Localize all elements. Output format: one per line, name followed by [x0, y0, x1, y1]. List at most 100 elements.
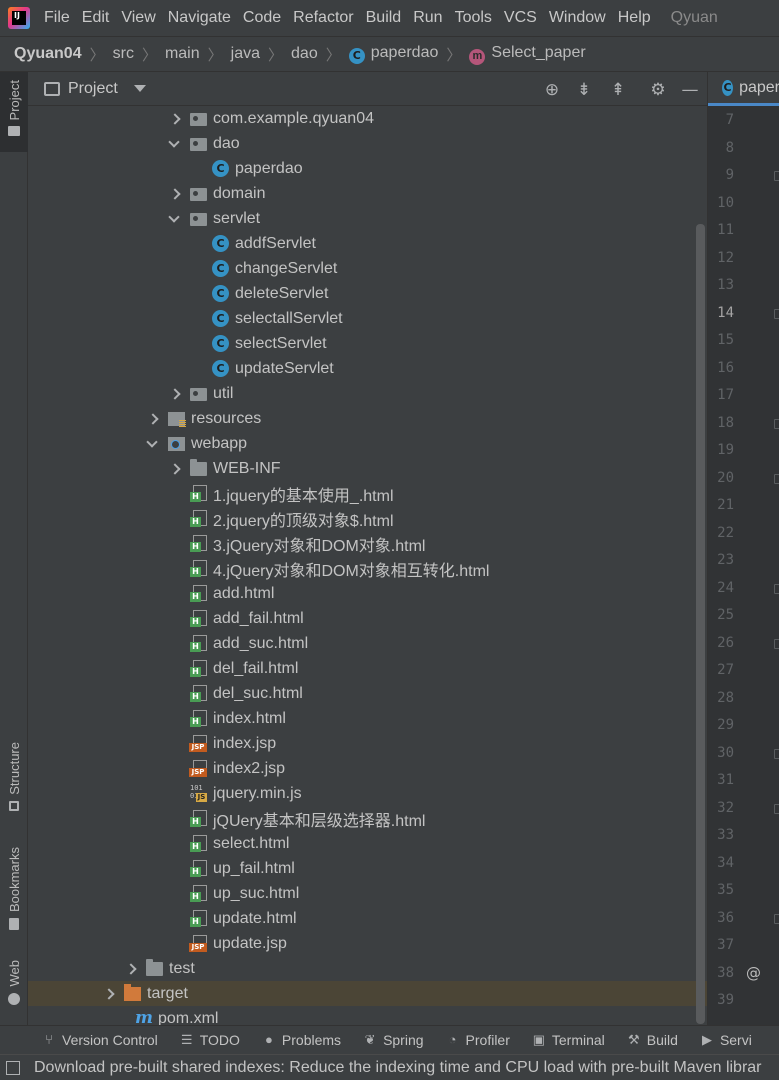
chevron-down-icon[interactable]: [133, 85, 146, 92]
tool-window-build[interactable]: ⚒ Build: [627, 1032, 678, 1048]
tree-item[interactable]: com.example.qyuan04: [168, 106, 374, 131]
tree-item[interactable]: update.jsp: [168, 931, 287, 956]
menu-view[interactable]: View: [121, 9, 155, 27]
minimize-icon[interactable]: —: [680, 80, 700, 100]
breadcrumb-project[interactable]: Qyuan04: [14, 45, 82, 63]
tree-item[interactable]: CupdateServlet: [190, 356, 334, 381]
chevron-down-icon[interactable]: [168, 138, 180, 150]
tree-item[interactable]: target: [28, 981, 707, 1006]
menu-navigate[interactable]: Navigate: [168, 9, 231, 27]
tree-item[interactable]: select.html: [168, 831, 289, 856]
breadcrumb-method[interactable]: m Select_paper: [469, 44, 586, 65]
project-panel-title[interactable]: Project: [68, 80, 118, 98]
tree-item[interactable]: CdeleteServlet: [190, 281, 328, 306]
tree-item[interactable]: CselectServlet: [190, 331, 327, 356]
tree-item[interactable]: jquery.min.js: [168, 781, 302, 806]
chevron-down-icon[interactable]: [168, 213, 180, 225]
fold-marker-icon[interactable]: [774, 638, 779, 649]
tool-window-structure[interactable]: Structure: [0, 742, 28, 832]
tree-item[interactable]: jQUery基本和层级选择器.html: [168, 806, 425, 831]
menu-tools[interactable]: Tools: [455, 9, 492, 27]
tree-item[interactable]: add.html: [168, 581, 274, 606]
tree-item[interactable]: servlet: [168, 206, 260, 231]
breadcrumb-dao[interactable]: dao: [291, 45, 318, 63]
tree-item[interactable]: 3.jQuery对象和DOM对象.html: [168, 531, 425, 556]
tool-window-bookmarks[interactable]: Bookmarks: [0, 847, 28, 947]
tool-window-problems[interactable]: ● Problems: [262, 1032, 341, 1048]
locate-icon[interactable]: ⊕: [542, 80, 562, 100]
fold-marker-icon[interactable]: [774, 473, 779, 484]
breadcrumb-src[interactable]: src: [113, 45, 134, 63]
status-message[interactable]: Download pre-built shared indexes: Reduc…: [34, 1059, 762, 1077]
tree-scrollbar[interactable]: [696, 224, 705, 1024]
breadcrumb-class[interactable]: Cpaperdao: [348, 44, 438, 64]
tree-item[interactable]: webapp: [146, 431, 247, 456]
tool-window-todo[interactable]: ☰ TODO: [180, 1032, 240, 1048]
tree-item[interactable]: update.html: [168, 906, 297, 931]
chevron-right-icon[interactable]: [102, 988, 114, 1000]
chevron-right-icon[interactable]: [146, 413, 158, 425]
menu-run[interactable]: Run: [413, 9, 442, 27]
menu-code[interactable]: Code: [243, 9, 281, 27]
menu-window[interactable]: Window: [549, 9, 606, 27]
tree-item[interactable]: index.jsp: [168, 731, 276, 756]
fold-marker-icon[interactable]: [774, 803, 779, 814]
intellij-logo-icon[interactable]: IJ: [8, 7, 30, 29]
tree-item[interactable]: add_suc.html: [168, 631, 308, 656]
tree-item[interactable]: 1.jquery的基本使用_.html: [168, 481, 394, 506]
expand-all-icon[interactable]: ⇟: [574, 80, 594, 100]
chevron-right-icon[interactable]: [168, 113, 180, 125]
menu-refactor[interactable]: Refactor: [293, 9, 353, 27]
fold-marker-icon[interactable]: [774, 748, 779, 759]
tree-item[interactable]: resources: [146, 406, 261, 431]
line-number: 15: [717, 332, 734, 348]
tree-item[interactable]: up_fail.html: [168, 856, 295, 881]
tree-item[interactable]: index2.jsp: [168, 756, 285, 781]
status-panel-icon[interactable]: [6, 1060, 20, 1075]
breadcrumb-java[interactable]: java: [231, 45, 260, 63]
tool-window-servi[interactable]: ▶ Servi: [700, 1032, 752, 1048]
tool-window-profiler[interactable]: ◔ Profiler: [446, 1032, 510, 1048]
tree-item[interactable]: 4.jQuery对象和DOM对象相互转化.html: [168, 556, 489, 581]
tree-item[interactable]: CselectallServlet: [190, 306, 343, 331]
chevron-down-icon[interactable]: [146, 438, 158, 450]
tree-item[interactable]: util: [168, 381, 233, 406]
menu-vcs[interactable]: VCS: [504, 9, 537, 27]
chevron-right-icon[interactable]: [124, 963, 136, 975]
fold-marker-icon[interactable]: [774, 171, 779, 181]
chevron-right-icon[interactable]: [168, 463, 180, 475]
chevron-right-icon[interactable]: [168, 388, 180, 400]
fold-marker-icon[interactable]: [774, 418, 779, 429]
tree-item[interactable]: CchangeServlet: [190, 256, 337, 281]
override-marker-icon[interactable]: @: [746, 964, 761, 982]
menu-file[interactable]: File: [44, 9, 70, 27]
tree-item[interactable]: up_suc.html: [168, 881, 299, 906]
fold-marker-icon[interactable]: [774, 583, 779, 594]
tree-item[interactable]: CaddfServlet: [190, 231, 316, 256]
tool-window-version-control[interactable]: ⑂ Version Control: [42, 1032, 158, 1048]
tree-item[interactable]: domain: [168, 181, 265, 206]
tree-item[interactable]: add_fail.html: [168, 606, 304, 631]
breadcrumb-main[interactable]: main: [165, 45, 200, 63]
gear-icon[interactable]: ⚙: [648, 80, 668, 100]
tree-item[interactable]: dao: [168, 131, 240, 156]
fold-marker-icon[interactable]: [774, 913, 779, 924]
tree-item[interactable]: test: [124, 956, 195, 981]
tree-item[interactable]: index.html: [168, 706, 286, 731]
tool-window-project[interactable]: Project: [0, 72, 28, 152]
editor-tab[interactable]: C paper: [708, 72, 779, 106]
tree-item[interactable]: WEB-INF: [168, 456, 281, 481]
tree-item[interactable]: Cpaperdao: [190, 156, 303, 181]
menu-edit[interactable]: Edit: [82, 9, 110, 27]
collapse-all-icon[interactable]: ⇞: [608, 80, 628, 100]
tool-window-web[interactable]: Web: [0, 960, 28, 1020]
tree-item[interactable]: del_fail.html: [168, 656, 298, 681]
menu-build[interactable]: Build: [366, 9, 402, 27]
tree-item[interactable]: del_suc.html: [168, 681, 303, 706]
tool-window-terminal[interactable]: ▣ Terminal: [532, 1032, 605, 1048]
tree-item[interactable]: 2.jquery的顶级对象$.html: [168, 506, 394, 531]
tool-window-spring[interactable]: ❦ Spring: [363, 1032, 424, 1048]
menu-help[interactable]: Help: [618, 9, 651, 27]
fold-marker-icon[interactable]: [774, 308, 779, 319]
chevron-right-icon[interactable]: [168, 188, 180, 200]
